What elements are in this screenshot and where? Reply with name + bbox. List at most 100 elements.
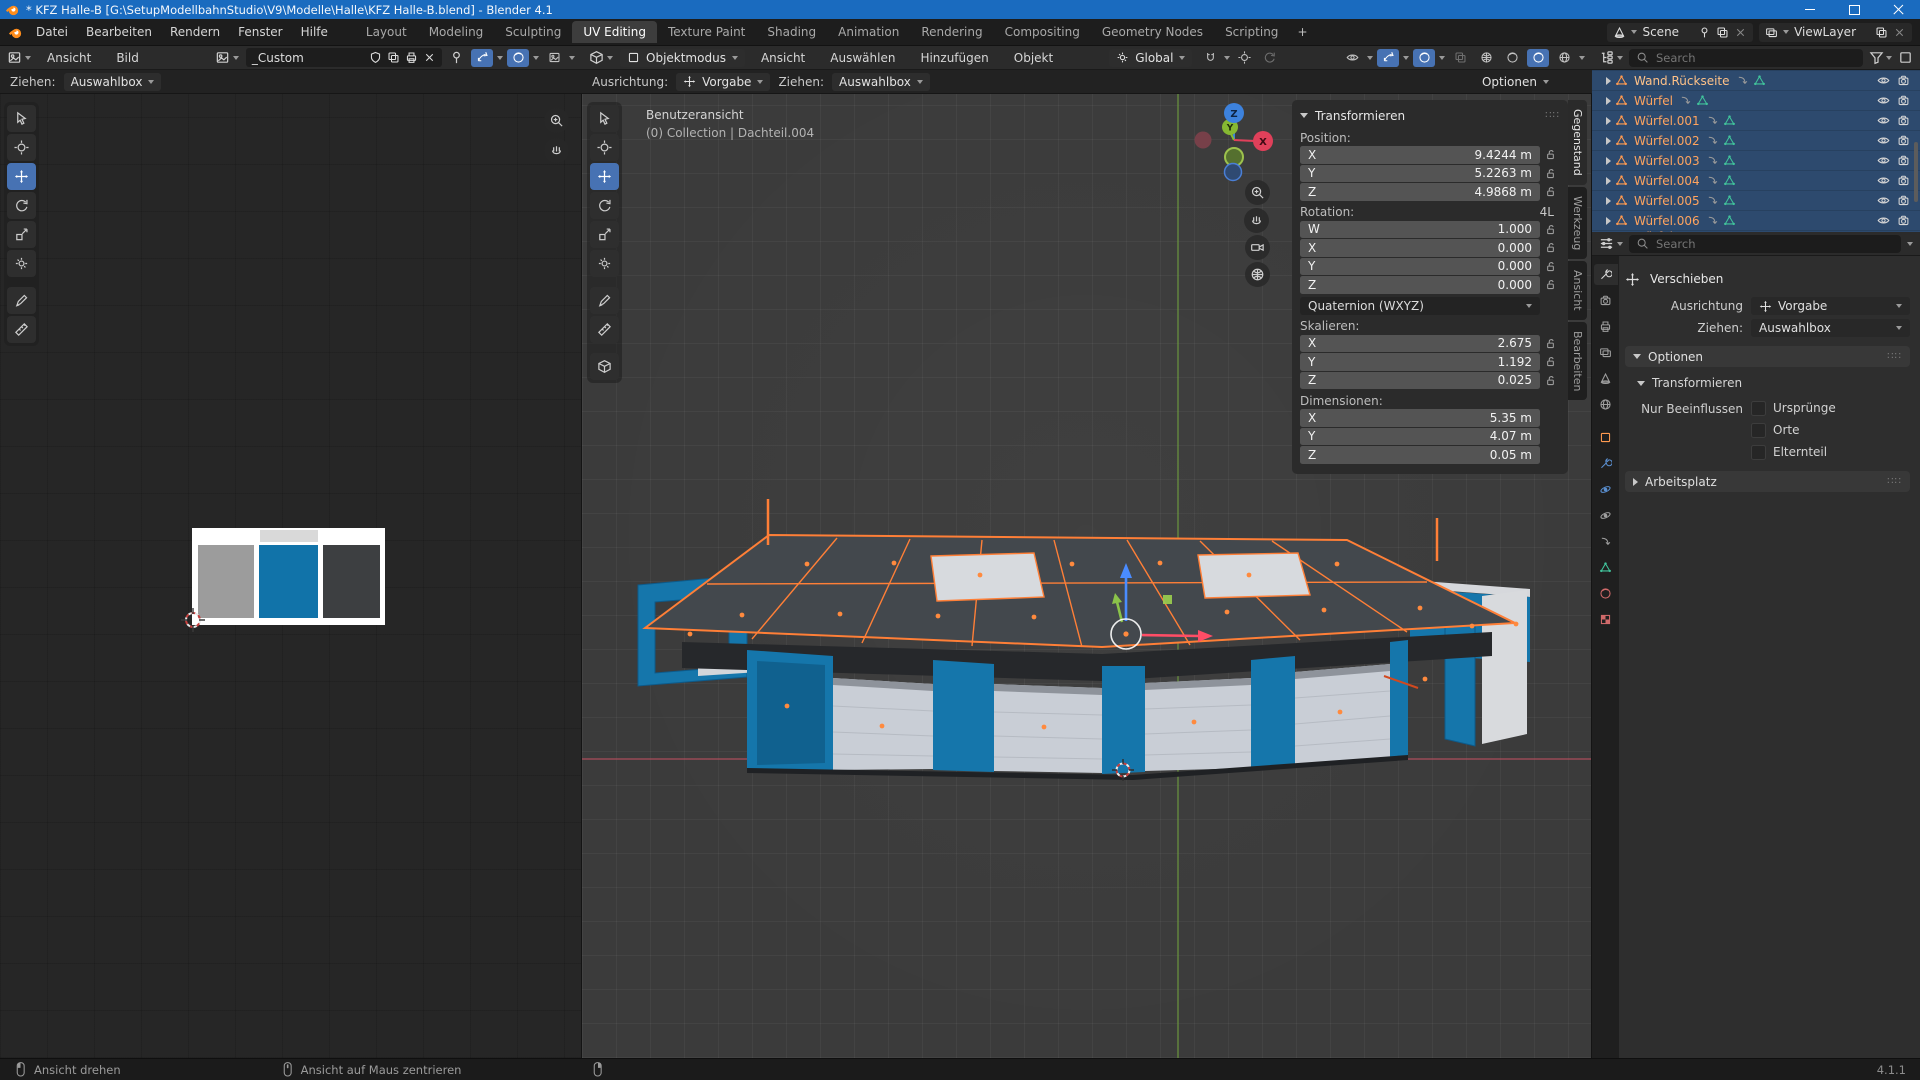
roof-dachteil[interactable] <box>645 535 1515 647</box>
uv-tool-select-box-button[interactable] <box>7 105 36 132</box>
properties-search-input[interactable] <box>1654 236 1758 252</box>
tab-layout[interactable]: Layout <box>355 21 418 43</box>
scale-z-field[interactable]: Z0.025 <box>1300 372 1540 390</box>
sidebar-tab-gegenstand[interactable]: Gegenstand <box>1568 100 1587 185</box>
lock-button[interactable] <box>1540 260 1560 273</box>
expand-caret-icon[interactable] <box>1606 197 1611 205</box>
render-camera-icon[interactable] <box>1897 174 1910 187</box>
uv-tool-rotate-button[interactable] <box>7 192 36 219</box>
outliner-filter-button[interactable] <box>1869 50 1892 65</box>
minimize-button[interactable] <box>1788 0 1832 19</box>
ausrichtung-dropdown[interactable]: Vorgabe <box>676 73 770 91</box>
unlink-scene-icon[interactable] <box>1734 26 1747 39</box>
transform-panel-header[interactable]: Transformieren ∷∷ <box>1300 105 1560 126</box>
axis-minus-x-ball[interactable] <box>1195 132 1212 149</box>
expand-caret-icon[interactable] <box>1606 77 1611 85</box>
tab-sculpting[interactable]: Sculpting <box>494 21 572 43</box>
ptab-world[interactable] <box>1594 394 1618 415</box>
uv-overlay-toggle[interactable] <box>507 49 529 67</box>
position-x-field[interactable]: X9.4244 m <box>1300 146 1540 164</box>
sidebar-tab-bearbeiten[interactable]: Bearbeiten <box>1568 322 1587 400</box>
tab-rendering[interactable]: Rendering <box>910 21 993 43</box>
rotation-y-field[interactable]: Y0.000 <box>1300 258 1540 276</box>
vp-camera-view-button[interactable] <box>1245 235 1270 260</box>
image-name-field[interactable]: _Custom <box>246 48 442 67</box>
ziehen-dropdown[interactable]: Auswahlbox <box>1751 319 1910 337</box>
outliner-scrollbar[interactable] <box>1914 142 1918 202</box>
menu-datei[interactable]: Datei <box>27 22 77 42</box>
shading-material-button[interactable] <box>1527 49 1549 67</box>
menu-hilfe[interactable]: Hilfe <box>292 22 337 42</box>
object-name[interactable]: Würfel.002 <box>1634 134 1700 148</box>
mode-dropdown[interactable]: Objektmodus <box>620 49 745 67</box>
lock-button[interactable] <box>1540 223 1560 236</box>
fake-user-shield-icon[interactable] <box>369 51 382 64</box>
shading-solid-button[interactable] <box>1501 49 1523 67</box>
hide-eye-icon[interactable] <box>1877 154 1890 167</box>
chevron-down-icon[interactable] <box>1907 242 1913 246</box>
copy-scene-icon[interactable] <box>1716 26 1729 39</box>
options-dropdown[interactable]: Optionen <box>1475 73 1556 91</box>
ptab-output[interactable] <box>1594 316 1618 337</box>
pin-image-icon[interactable] <box>449 50 464 65</box>
render-camera-icon[interactable] <box>1897 194 1910 207</box>
close-button[interactable] <box>1876 0 1920 19</box>
xray-toggle[interactable] <box>1449 49 1471 67</box>
hide-eye-icon[interactable] <box>1877 94 1890 107</box>
vp-tool-measure-button[interactable] <box>590 316 619 343</box>
rotation-lock-badge[interactable]: 4L <box>1540 205 1554 219</box>
ausrichtung-dropdown[interactable]: Vorgabe <box>1751 297 1910 315</box>
rotation-x-field[interactable]: X0.000 <box>1300 239 1540 257</box>
outliner-row[interactable]: Würfel.003 <box>1592 150 1920 170</box>
outliner-row[interactable]: Würfel <box>1592 90 1920 110</box>
checkbox-urspruenge[interactable] <box>1751 401 1766 416</box>
object-name[interactable]: Würfel <box>1634 94 1673 108</box>
uv-menu-ansicht[interactable]: Ansicht <box>38 48 100 68</box>
viewport-editor-type-button[interactable] <box>589 50 613 65</box>
tab-scripting[interactable]: Scripting <box>1214 21 1289 43</box>
tab-compositing[interactable]: Compositing <box>994 21 1091 43</box>
uv-pan-button[interactable] <box>544 138 569 163</box>
outliner-row[interactable]: Würfel.006 <box>1592 210 1920 230</box>
checkbox-orte[interactable] <box>1751 423 1766 438</box>
dimensions-x-field[interactable]: X5.35 m <box>1300 409 1540 427</box>
skylight-panel[interactable] <box>931 553 1044 601</box>
lock-button[interactable] <box>1540 337 1560 350</box>
image-browse-button[interactable] <box>215 50 239 65</box>
uv-tool-measure-button[interactable] <box>7 316 36 343</box>
hide-eye-icon[interactable] <box>1877 114 1890 127</box>
render-camera-icon[interactable] <box>1897 74 1910 87</box>
vp-tool-select-box-button[interactable] <box>590 105 619 132</box>
orientation-dropdown[interactable]: Global <box>1109 49 1192 67</box>
rotation-w-field[interactable]: W1.000 <box>1300 221 1540 239</box>
remove-viewlayer-icon[interactable] <box>1893 26 1906 39</box>
maximize-button[interactable] <box>1832 0 1876 19</box>
tab-geometry-nodes[interactable]: Geometry Nodes <box>1091 21 1214 43</box>
shading-rendered-button[interactable] <box>1553 49 1575 67</box>
panel-grip-icon[interactable]: ∷∷ <box>1545 110 1560 121</box>
scale-x-field[interactable]: X2.675 <box>1300 335 1540 353</box>
transform-subpanel-header[interactable]: Transformieren <box>1625 373 1910 393</box>
render-camera-icon[interactable] <box>1897 114 1910 127</box>
ptab-constraints[interactable] <box>1594 531 1618 552</box>
show-object-types-button[interactable] <box>1341 49 1363 67</box>
tab-uv-editing[interactable]: UV Editing <box>572 21 657 43</box>
lock-button[interactable] <box>1540 241 1560 254</box>
outliner-row[interactable]: Würfel.002 <box>1592 130 1920 150</box>
vp-zoom-button[interactable] <box>1245 180 1270 205</box>
uv-ziehen-dropdown[interactable]: Auswahlbox <box>64 73 162 91</box>
hide-eye-icon[interactable] <box>1877 194 1890 207</box>
shading-wireframe-button[interactable] <box>1475 49 1497 67</box>
outliner-search-input[interactable] <box>1654 50 1758 66</box>
proportional-falloff-button[interactable] <box>1258 49 1280 67</box>
scene-selector[interactable]: Scene <box>1607 23 1753 42</box>
vp-tool-add-cube-button[interactable] <box>590 353 619 380</box>
lock-button[interactable] <box>1540 185 1560 198</box>
axis-minus-z-ball[interactable] <box>1225 164 1242 181</box>
uv-tool-cursor-button[interactable] <box>7 134 36 161</box>
copy-image-icon[interactable] <box>387 51 400 64</box>
expand-caret-icon[interactable] <box>1606 117 1611 125</box>
render-camera-icon[interactable] <box>1897 154 1910 167</box>
expand-caret-icon[interactable] <box>1606 157 1611 165</box>
ptab-scene[interactable] <box>1594 368 1618 389</box>
